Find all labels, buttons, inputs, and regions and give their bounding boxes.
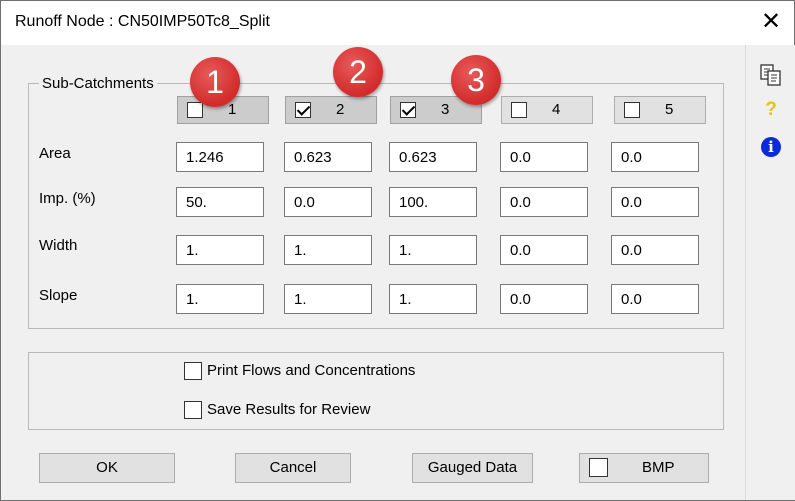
subcatchment-3-label: 3 [441,101,450,118]
title-bar: Runoff Node : CN50IMP50Tc8_Split ✕ [1,1,794,45]
slope-field-2[interactable]: 1. [284,284,372,314]
bmp-checkbox[interactable] [589,458,608,477]
subcatchment-2-checkbox[interactable] [295,102,311,118]
close-button[interactable]: ✕ [756,7,786,37]
slope-field-5[interactable]: 0.0 [611,284,699,314]
area-field-2[interactable]: 0.623 [284,142,372,172]
side-toolbar: ? i [745,45,795,500]
callout-badge-1: 1 [190,57,240,107]
cancel-button[interactable]: Cancel [235,453,351,483]
info-glyph: i [761,137,781,157]
slope-field-4[interactable]: 0.0 [500,284,588,314]
area-field-5[interactable]: 0.0 [611,142,699,172]
subcatchments-legend: Sub-Catchments [39,75,157,92]
copy-icon[interactable] [758,62,784,88]
row-label-slope: Slope [39,287,78,304]
print-flows-label: Print Flows and Concentrations [207,362,416,379]
row-label-width: Width [39,237,78,254]
callout-badge-2: 2 [333,47,383,97]
subcatchment-1-checkbox[interactable] [187,102,203,118]
subcatchment-2-label: 2 [336,101,345,118]
dialog-window: Runoff Node : CN50IMP50Tc8_Split ✕ Sub-C… [0,0,795,501]
subcatchment-4-toggle[interactable]: 4 [501,96,593,124]
subcatchment-4-checkbox[interactable] [511,102,527,118]
window-title: Runoff Node : CN50IMP50Tc8_Split [15,13,270,30]
row-label-area: Area [39,145,71,162]
subcatchment-5-checkbox[interactable] [624,102,640,118]
callout-badge-3: 3 [451,55,501,105]
area-field-3[interactable]: 0.623 [389,142,477,172]
gauged-data-button[interactable]: Gauged Data [412,453,533,483]
slope-field-3[interactable]: 1. [389,284,477,314]
imp-field-2[interactable]: 0.0 [284,187,372,217]
width-field-5[interactable]: 0.0 [611,235,699,265]
area-field-4[interactable]: 0.0 [500,142,588,172]
bmp-button[interactable]: BMP [579,453,709,483]
subcatchment-3-checkbox[interactable] [400,102,416,118]
info-icon[interactable]: i [758,137,784,163]
width-field-2[interactable]: 1. [284,235,372,265]
print-flows-checkbox[interactable] [184,362,202,380]
save-results-checkbox[interactable] [184,401,202,419]
row-label-imp: Imp. (%) [39,190,96,207]
area-field-1[interactable]: 1.246 [176,142,264,172]
subcatchment-4-label: 4 [552,101,561,118]
imp-field-4[interactable]: 0.0 [500,187,588,217]
width-field-1[interactable]: 1. [176,235,264,265]
subcatchment-5-toggle[interactable]: 5 [614,96,706,124]
close-icon: ✕ [760,8,782,35]
slope-field-1[interactable]: 1. [176,284,264,314]
subcatchment-2-toggle[interactable]: 2 [285,96,377,124]
help-icon[interactable]: ? [758,97,784,123]
imp-field-5[interactable]: 0.0 [611,187,699,217]
subcatchment-1-label: 1 [228,101,237,118]
subcatchment-5-label: 5 [665,101,674,118]
width-field-3[interactable]: 1. [389,235,477,265]
width-field-4[interactable]: 0.0 [500,235,588,265]
ok-button[interactable]: OK [39,453,175,483]
imp-field-1[interactable]: 50. [176,187,264,217]
imp-field-3[interactable]: 100. [389,187,477,217]
save-results-label: Save Results for Review [207,401,371,418]
bmp-label: BMP [642,459,675,476]
